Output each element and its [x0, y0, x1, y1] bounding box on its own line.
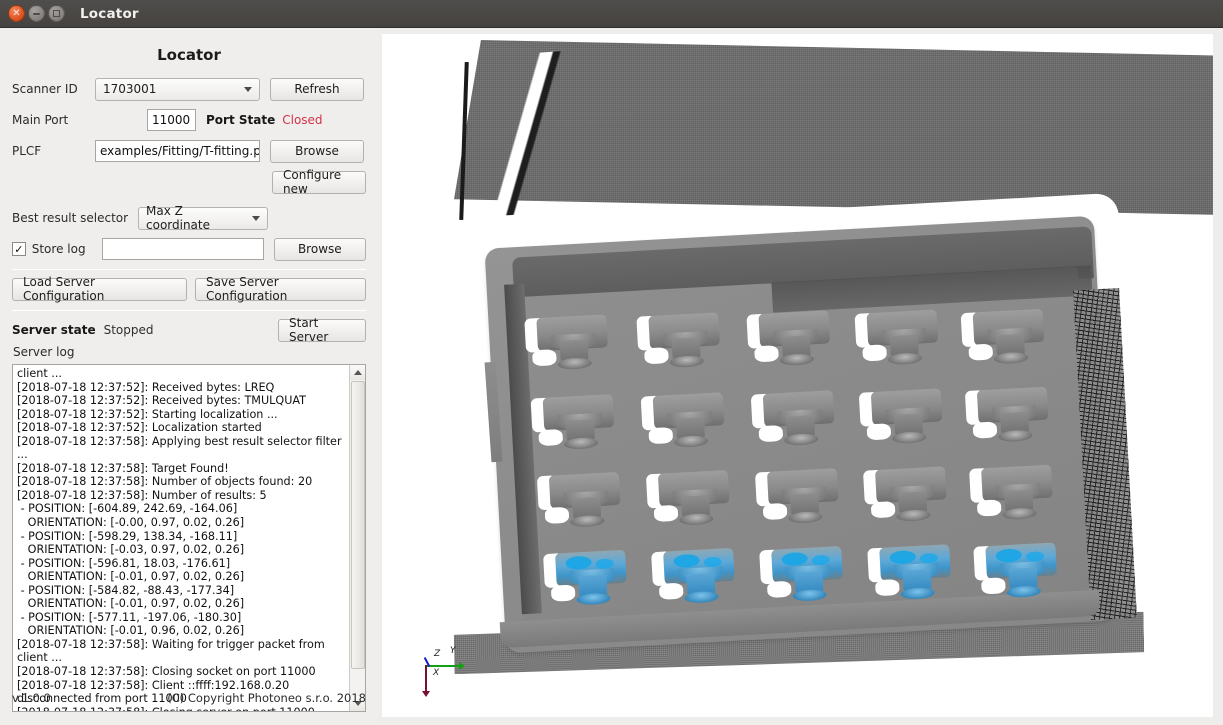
axis-label-z: Z	[434, 649, 441, 659]
copyright-label: (C) Copyright Photoneo s.r.o. 2018	[167, 691, 366, 705]
window-titlebar: ✕ Locator	[0, 0, 1223, 28]
page-title: Locator	[157, 46, 221, 64]
server-state-value: Stopped	[103, 323, 154, 337]
t-fitting-part[interactable]	[964, 380, 1064, 447]
port-state-label: Port State	[206, 113, 276, 127]
t-fitting-part[interactable]	[536, 465, 635, 532]
store-log-checkbox[interactable]: ✓	[12, 242, 26, 256]
t-fitting-part-localized[interactable]	[867, 537, 966, 604]
configure-new-button[interactable]: Configure new	[272, 168, 366, 196]
t-fitting-part[interactable]	[854, 303, 953, 370]
store-log-label: Store log	[31, 242, 86, 256]
t-fitting-part[interactable]	[636, 306, 735, 373]
chevron-down-icon	[252, 216, 260, 221]
y-axis-arrow-icon	[459, 662, 465, 670]
best-result-selector-value: Max Z coordinate	[146, 204, 211, 232]
main-port-row: Main Port 11000 Port State Closed	[12, 109, 366, 131]
best-result-selector-select[interactable]: Max Z coordinate	[138, 204, 268, 232]
scanner-id-select[interactable]: 1703001	[95, 77, 260, 101]
t-fitting-part[interactable]	[645, 463, 745, 530]
window-title: Locator	[80, 5, 139, 22]
footer: v.1.0.0 (C) Copyright Photoneo s.r.o. 20…	[12, 691, 366, 705]
t-fitting-part-localized[interactable]	[973, 536, 1072, 603]
version-label: v.1.0.0	[12, 691, 51, 705]
maximize-icon[interactable]	[48, 5, 65, 22]
t-fitting-part[interactable]	[746, 304, 845, 371]
main-port-input[interactable]: 11000	[147, 109, 196, 131]
axis-gizmo: Z Y X	[412, 637, 482, 697]
t-fitting-part-localized[interactable]	[651, 541, 750, 608]
start-server-button[interactable]: Start Server	[278, 316, 366, 344]
viewport-container: Z Y X	[378, 28, 1223, 725]
part-grid	[524, 284, 1080, 625]
divider	[12, 310, 366, 311]
t-fitting-part[interactable]	[862, 460, 962, 527]
plcf-row: PLCF examples/Fitting/T-fitting.plcf Bro…	[12, 139, 366, 163]
wall-seam-highlight	[452, 49, 594, 219]
scanner-id-row: Scanner ID 1703001 Refresh	[12, 77, 366, 101]
save-server-configuration-button[interactable]: Save Server Configuration	[195, 275, 366, 303]
axis-label-y: Y	[450, 646, 456, 656]
application-window: ✕ Locator Locator Scanner ID 1703001 Ref…	[0, 0, 1223, 725]
store-log-browse-button[interactable]: Browse	[273, 237, 366, 261]
t-fitting-part-localized[interactable]	[759, 539, 858, 606]
t-fitting-part[interactable]	[754, 461, 854, 528]
point-cloud-viewport[interactable]: Z Y X	[382, 34, 1213, 717]
t-fitting-part[interactable]	[858, 382, 957, 449]
minimize-icon[interactable]	[28, 5, 45, 22]
scroll-up-button[interactable]	[350, 365, 365, 380]
x-axis-icon	[425, 665, 427, 693]
plcf-label: PLCF	[12, 144, 42, 158]
close-icon[interactable]: ✕	[8, 5, 25, 22]
best-result-selector-row: Best result selector Max Z coordinate	[12, 204, 366, 232]
store-log-path-input[interactable]	[102, 238, 264, 260]
best-result-selector-label: Best result selector	[12, 211, 129, 225]
refresh-button[interactable]: Refresh	[270, 77, 364, 101]
server-log-scrollbar[interactable]	[349, 365, 365, 711]
chevron-down-icon	[244, 87, 252, 92]
plcf-browse-button[interactable]: Browse	[270, 139, 364, 163]
t-fitting-part[interactable]	[524, 308, 623, 375]
store-log-row: ✓ Store log Browse	[12, 237, 366, 261]
server-state-label: Server state	[12, 323, 96, 337]
server-state-row: Server state Stopped Start Server	[12, 316, 366, 344]
scanner-id-value: 1703001	[103, 82, 157, 96]
t-fitting-part[interactable]	[960, 302, 1059, 369]
main-port-value: 11000	[152, 113, 191, 127]
t-fitting-part[interactable]	[750, 384, 849, 451]
server-log-text: client ... [2018-07-18 12:37:52]: Receiv…	[17, 367, 342, 711]
t-fitting-part[interactable]	[530, 387, 629, 454]
t-fitting-part-localized[interactable]	[543, 543, 642, 610]
t-fitting-part[interactable]	[969, 458, 1068, 525]
scrollbar-thumb[interactable]	[351, 381, 365, 669]
server-log-box[interactable]: client ... [2018-07-18 12:37:52]: Receiv…	[12, 364, 366, 712]
server-config-buttons-row: Load Server Configuration Save Server Co…	[12, 275, 366, 303]
scanner-id-label: Scanner ID	[12, 82, 78, 96]
plcf-input[interactable]: examples/Fitting/T-fitting.plcf	[95, 140, 260, 162]
plcf-value: examples/Fitting/T-fitting.plcf	[100, 144, 260, 158]
main-port-label: Main Port	[12, 113, 69, 127]
load-server-configuration-button[interactable]: Load Server Configuration	[12, 275, 187, 303]
x-axis-arrow-icon	[422, 691, 430, 697]
y-axis-icon	[426, 665, 460, 667]
control-panel: Locator Scanner ID 1703001 Refresh Main …	[0, 28, 378, 725]
divider	[12, 269, 366, 270]
t-fitting-part[interactable]	[640, 385, 739, 452]
port-state-value: Closed	[282, 113, 323, 127]
configure-new-row: Configure new	[12, 168, 366, 196]
server-log-title: Server log	[13, 345, 75, 359]
axis-label-x: X	[433, 668, 440, 678]
